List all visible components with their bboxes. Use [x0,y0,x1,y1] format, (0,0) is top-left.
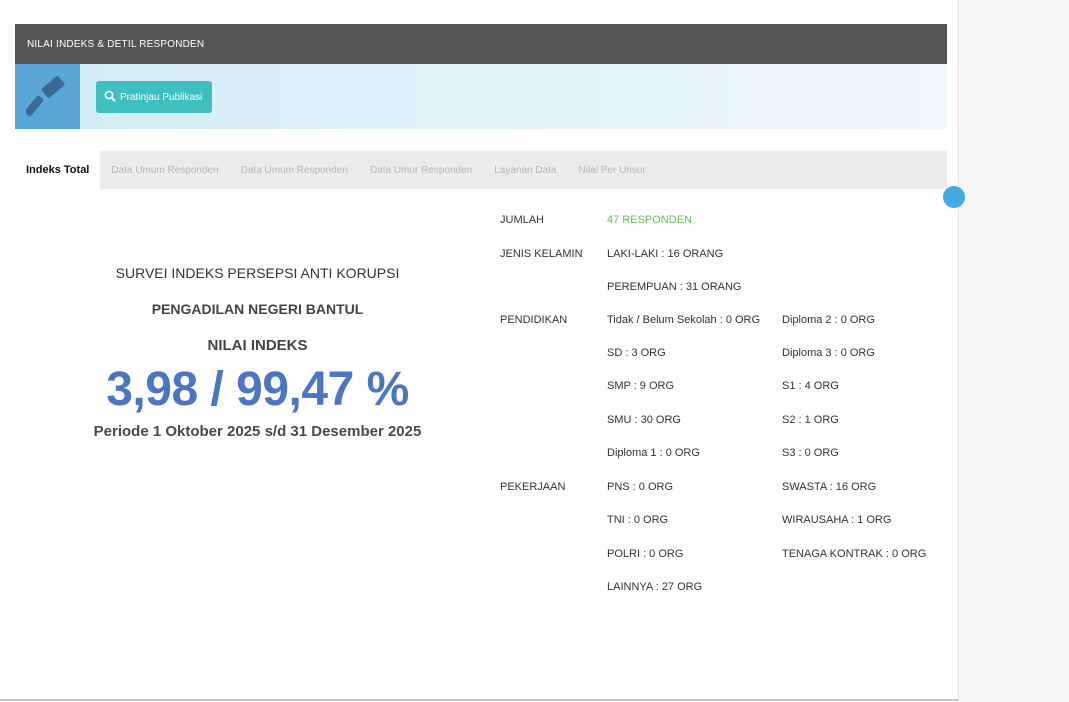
stat-education-item: Diploma 3 : 0 ORG [782,347,875,359]
stat-education-item: Diploma 1 : 0 ORG [607,447,700,459]
panel-title: NILAI INDEKS & DETIL RESPONDEN [27,38,205,50]
index-summary: SURVEI INDEKS PERSEPSI ANTI KORUPSI PENG… [90,264,425,442]
stat-education-item: Tidak / Belum Sekolah : 0 ORG [607,314,761,326]
gavel-icon [15,64,80,129]
stat-label-jenis-kelamin: JENIS KELAMIN [500,248,583,260]
stat-label-pekerjaan: PEKERJAAN [500,481,566,493]
stat-value-jumlah: 47 RESPONDEN [607,214,692,226]
tab-bar: Indeks Total Data Umum Responden Data Um… [15,151,947,189]
search-icon [104,90,116,105]
stat-education-item: SMU : 30 ORG [607,414,681,426]
preview-publication-button[interactable]: Pratinjau Publikasi [96,81,213,113]
stat-occupation-item: PNS : 0 ORG [607,481,674,493]
stat-occupation-item: SWASTA : 16 ORG [782,481,877,493]
tab-data-umur-responden[interactable]: Data Umur Responden [359,151,483,189]
scroll-indicator[interactable] [943,186,965,208]
stat-education-item: SMP : 9 ORG [607,380,675,392]
tab-data-umum-responden[interactable]: Data Umum Responden [100,151,229,189]
stat-occupation-item: POLRI : 0 ORG [607,548,684,560]
stat-occupation-item: TNI : 0 ORG [607,514,669,526]
bottom-divider [0,699,958,701]
stat-education-item: S2 : 1 ORG [782,414,839,426]
survey-title: SURVEI INDEKS PERSEPSI ANTI KORUPSI [115,265,400,281]
court-name: PENGADILAN NEGERI BANTUL [151,301,364,317]
preview-publication-label: Pratinjau Publikasi [120,91,203,103]
right-gutter [958,0,1069,702]
stat-education-item: SD : 3 ORG [607,347,666,359]
page: NILAI INDEKS & DETIL RESPONDEN Pratinjau… [0,0,1069,702]
stat-education-item: S1 : 4 ORG [782,380,839,392]
stat-gender-female: PEREMPUAN : 31 ORANG [607,281,742,293]
survey-period: Periode 1 Oktober 2025 s/d 31 Desember 2… [93,423,422,440]
tab-indeks-total[interactable]: Indeks Total [15,151,101,189]
tab-nilai-per-unsur[interactable]: Nilai Per Unsur [568,151,657,189]
stat-gender-male: LAKI-LAKI : 16 ORANG [607,248,724,260]
index-label: NILAI INDEKS [207,337,308,354]
stat-education-item: Diploma 2 : 0 ORG [782,314,875,326]
stat-occupation-item: TENAGA KONTRAK : 0 ORG [782,548,927,560]
stat-occupation-item: WIRAUSAHA : 1 ORG [782,514,892,526]
panel-banner: Pratinjau Publikasi [15,64,947,129]
tab-data-umum-responden-2[interactable]: Data Umum Responden [230,151,359,189]
stat-label-jumlah: JUMLAH [500,214,545,226]
stat-education-item: S3 : 0 ORG [782,447,839,459]
panel-header: NILAI INDEKS & DETIL RESPONDEN [15,24,947,64]
index-value: 3,98 / 99,47 % [106,363,409,416]
tab-layanan-data[interactable]: Layanan Data [483,151,567,189]
stat-label-pendidikan: PENDIDIKAN [500,314,568,326]
stat-occupation-item: LAINNYA : 27 ORG [607,581,703,593]
